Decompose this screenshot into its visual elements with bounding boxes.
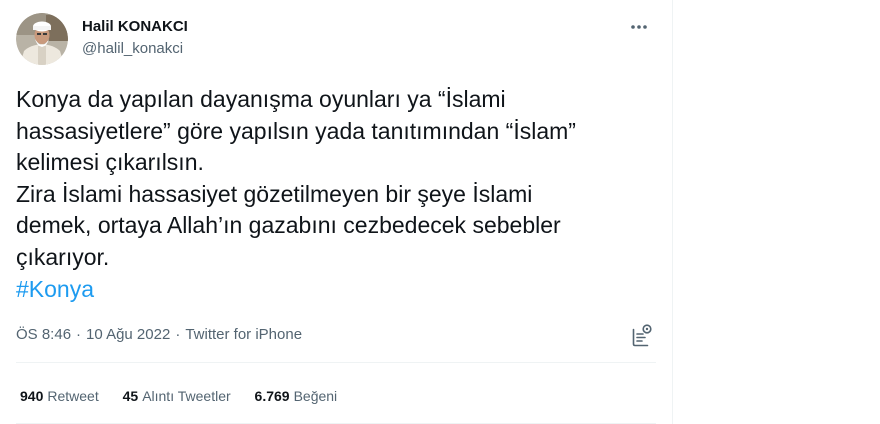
tweet-time-link[interactable]: ÖS 8:46 xyxy=(16,326,71,343)
profile-photo xyxy=(16,13,68,65)
analytics-button[interactable] xyxy=(631,323,653,347)
tweet-text-line: kelimesi çıkarılsın. xyxy=(16,149,204,176)
meta-separator: · xyxy=(175,326,181,343)
tweet-stats: 940 Retweet 45 Alıntı Tweetler 6.769 Beğeni xyxy=(20,386,357,406)
analytics-icon xyxy=(632,324,652,347)
tweet-text-line: demek, ortaya Allah’ın gazabını cezbedec… xyxy=(16,212,561,239)
more-horizontal-icon xyxy=(631,25,647,29)
tweet-text-line: Konya da yapılan dayanışma oyunları ya “… xyxy=(16,86,506,112)
avatar[interactable] xyxy=(16,13,68,65)
quote-tweets-label: Alıntı Tweetler xyxy=(142,388,231,404)
retweets-stat[interactable]: 940 Retweet xyxy=(20,386,99,406)
tweet-header: Halil KONAKCI @halil_konakci xyxy=(16,13,656,69)
tweet-text-line: Zira İslami hassasiyet gözetilmeyen bir … xyxy=(16,180,533,207)
tweet-text-line: çıkarıyor. xyxy=(16,243,110,270)
divider xyxy=(16,362,656,363)
hashtag-link[interactable]: #Konya xyxy=(16,274,656,306)
tweet-text-line: hassasiyetlere” göre yapılsın yada tanıt… xyxy=(16,117,576,144)
tweet-date-link[interactable]: 10 Ağu 2022 xyxy=(86,326,170,343)
tweet-source-link[interactable]: Twitter for iPhone xyxy=(185,326,302,343)
author-info: Halil KONAKCI @halil_konakci xyxy=(82,17,188,59)
quote-tweets-stat[interactable]: 45 Alıntı Tweetler xyxy=(123,386,231,406)
retweets-label: Retweet xyxy=(47,388,99,404)
likes-label: Beğeni xyxy=(293,388,338,404)
tweet-text: Konya da yapılan dayanışma oyunları ya “… xyxy=(16,84,656,305)
quote-tweets-count: 45 xyxy=(122,388,139,404)
author-display-name[interactable]: Halil KONAKCI xyxy=(82,17,188,37)
tweet-card: Halil KONAKCI @halil_konakci Konya da ya… xyxy=(0,0,673,424)
more-button[interactable] xyxy=(622,17,656,37)
retweets-count: 940 xyxy=(20,388,44,404)
tweet-meta: ÖS 8:46 · 10 Ağu 2022 · Twitter for iPhone xyxy=(16,325,302,345)
meta-separator: · xyxy=(76,326,82,343)
likes-stat[interactable]: 6.769 Beğeni xyxy=(255,386,338,406)
likes-count: 6.769 xyxy=(254,388,290,404)
author-handle[interactable]: @halil_konakci xyxy=(82,39,188,59)
